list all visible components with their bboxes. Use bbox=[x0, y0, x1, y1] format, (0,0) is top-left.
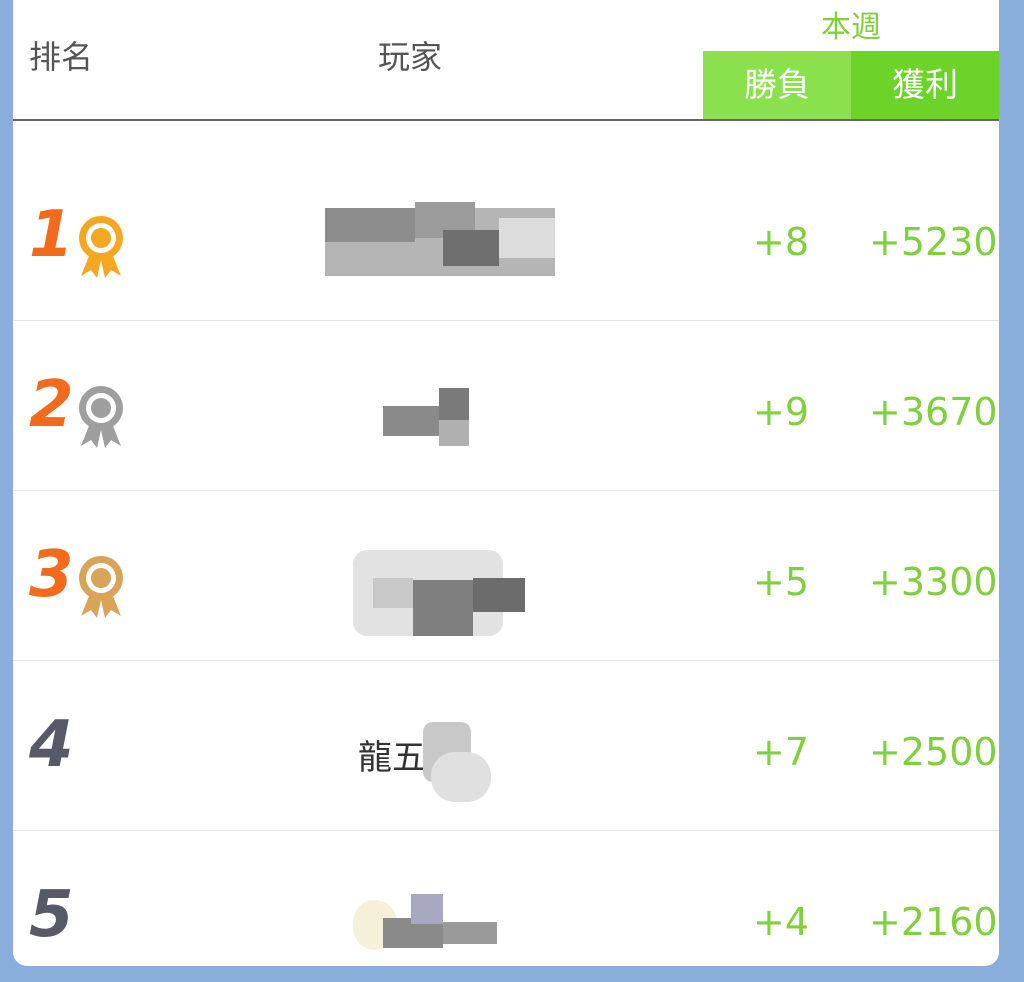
winloss-value: +4 bbox=[753, 900, 810, 944]
leaderboard-row[interactable]: 2 +9 +36700 bbox=[13, 320, 999, 491]
leaderboard-header: 排名 玩家 本週 勝負 獲利 bbox=[13, 0, 999, 121]
rank-number: 4 bbox=[29, 708, 74, 782]
leaderboard-row[interactable]: 1 +8 +52300 bbox=[13, 150, 999, 321]
leaderboard-card: 排名 玩家 本週 勝負 獲利 1 +8 +52300 2 bbox=[13, 0, 999, 966]
player-name-redacted bbox=[273, 150, 555, 320]
profit-value: +33000 bbox=[869, 560, 999, 604]
player-name-redacted bbox=[273, 320, 553, 490]
rank-number: 2 bbox=[29, 368, 74, 442]
gold-medal-icon bbox=[79, 216, 123, 278]
bronze-medal-icon bbox=[79, 556, 123, 618]
this-week-label: 本週 bbox=[821, 10, 881, 45]
player-column-header: 玩家 bbox=[378, 38, 443, 76]
winloss-value: +5 bbox=[753, 560, 810, 604]
rank-number: 1 bbox=[29, 198, 74, 272]
winloss-value: +8 bbox=[753, 220, 810, 264]
player-name-redacted bbox=[273, 490, 553, 660]
player-name-redacted bbox=[273, 830, 553, 966]
silver-medal-icon bbox=[79, 386, 123, 448]
profit-value: +36700 bbox=[869, 390, 999, 434]
leaderboard-row[interactable]: 5 +4 +21600 bbox=[13, 830, 999, 966]
leaderboard-row[interactable]: 4 龍五 +7 +25000 bbox=[13, 660, 999, 831]
profit-value: +52300 bbox=[869, 220, 999, 264]
rank-number: 3 bbox=[29, 538, 74, 612]
leaderboard-row[interactable]: 3 +5 +33000 bbox=[13, 490, 999, 661]
tab-winloss[interactable]: 勝負 bbox=[703, 51, 851, 119]
winloss-value: +7 bbox=[753, 730, 810, 774]
rank-column-header: 排名 bbox=[29, 38, 94, 76]
profit-value: +21600 bbox=[869, 900, 999, 944]
rank-number: 5 bbox=[29, 878, 74, 952]
tab-profit[interactable]: 獲利 bbox=[851, 51, 999, 119]
winloss-value: +9 bbox=[753, 390, 810, 434]
player-name-redacted bbox=[273, 660, 553, 830]
profit-value: +25000 bbox=[869, 730, 999, 774]
